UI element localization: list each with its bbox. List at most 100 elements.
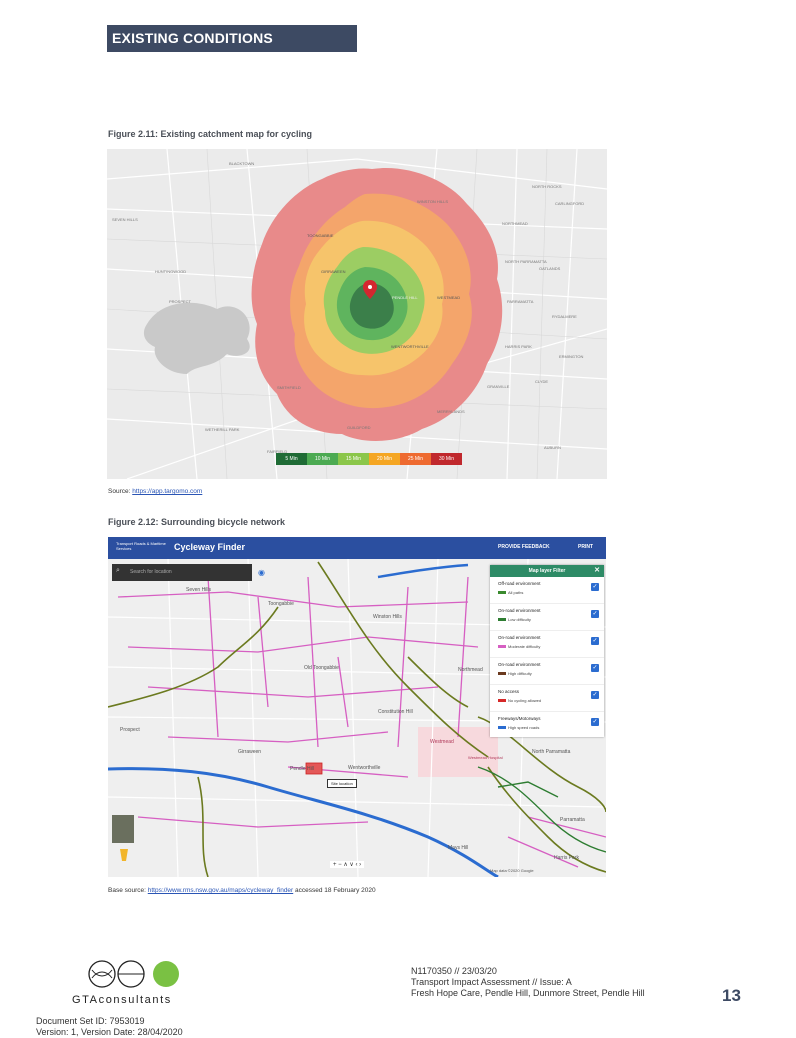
map-label: HUNTINGWOOD [155, 269, 187, 274]
legend-item: 10 Min [307, 453, 338, 465]
locate-icon[interactable]: ◉ [258, 568, 265, 577]
logo-wordmark: GTAconsultants [72, 994, 172, 1006]
map-label: Constitution Hill [378, 709, 413, 715]
map-label: Pendle Hill [290, 766, 314, 772]
checkbox-checked-icon[interactable]: ✓ [591, 610, 599, 618]
filter-title: Map layer Filter [528, 568, 566, 574]
print-button[interactable]: PRINT [578, 544, 593, 550]
map-nav-controls[interactable]: + − ∧ ∨ ‹ › [330, 861, 365, 868]
layer-swatch [498, 591, 506, 594]
section-title: EXISTING CONDITIONS [107, 25, 357, 52]
filter-panel-title: Map layer Filter ✕ [490, 565, 604, 577]
app-header: Transport Roads & Maritime Services Cycl… [108, 537, 606, 559]
map-label: ERMINGTON [559, 354, 584, 359]
map-label: Harris Park [554, 855, 580, 861]
figure-caption-bicycle-network: Figure 2.12: Surrounding bicycle network [108, 517, 286, 527]
source-link[interactable]: https://app.targomo.com [132, 488, 202, 495]
map-label: HARRIS PARK [505, 344, 532, 349]
layer-item: Moderate difficulty [508, 644, 541, 649]
layer-name: No access [498, 689, 520, 694]
layer-swatch [498, 726, 506, 729]
layer-filter-item[interactable]: On-road environment Low difficulty ✓ [490, 604, 604, 631]
catchment-map[interactable]: BLACKTOWN SEVEN HILLS NORTHMEAD WINSTON … [107, 149, 607, 479]
satellite-thumbnail [112, 815, 134, 843]
map-label: AUBURN [544, 445, 561, 450]
map-label: PROSPECT [169, 299, 192, 304]
map-label: PARRAMATTA [507, 299, 534, 304]
map-label: NORTH ROCKS [532, 184, 562, 189]
map-label: CARLINGFORD [555, 201, 585, 206]
layer-swatch [498, 699, 506, 702]
travel-time-legend: 5 Min 10 Min 15 Min 20 Min 25 Min 30 Min [276, 453, 462, 465]
layer-name: Freeways/Motorways [498, 716, 541, 721]
layer-item: High difficulty [508, 671, 532, 676]
gta-logo [86, 958, 186, 990]
checkbox-checked-icon[interactable]: ✓ [591, 691, 599, 699]
map-label: Mays Hill [448, 845, 469, 851]
map-attribution: Map data ©2020 Google [490, 868, 534, 873]
cycleway-finder-screenshot[interactable]: Transport Roads & Maritime Services Cycl… [108, 537, 606, 877]
map-label: BLACKTOWN [229, 161, 255, 166]
doc-set-id: Document Set ID: 7953019 [36, 1016, 145, 1026]
ref-line: N1170350 // 23/03/20 [411, 966, 497, 976]
map-label: Winston Hills [373, 614, 402, 620]
app-title: Cycleway Finder [174, 542, 246, 552]
report-reference: N1170350 // 23/03/20 Transport Impact As… [411, 966, 645, 999]
layer-filter-item[interactable]: No access No cycling allowed ✓ [490, 685, 604, 712]
checkbox-checked-icon[interactable]: ✓ [591, 718, 599, 726]
map-label: Old Toongabbie [304, 665, 339, 671]
close-icon[interactable]: ✕ [594, 565, 600, 577]
map-label: GIRRAWEEN [321, 269, 346, 274]
search-icon: ⌕ [116, 567, 120, 574]
layer-item: All paths [508, 590, 524, 595]
legend-item: 20 Min [369, 453, 400, 465]
map-label: SEVEN HILLS [112, 217, 138, 222]
map-label: OATLANDS [539, 266, 561, 271]
layer-filter-item[interactable]: Freeways/Motorways High speed roads ✓ [490, 712, 604, 738]
map-label: RYDALMERE [552, 314, 577, 319]
map-label: TOONGABBIE [307, 233, 334, 238]
layer-name: On-road environment [498, 608, 541, 613]
project-line: Fresh Hope Care, Pendle Hill, Dunmore St… [411, 988, 645, 998]
report-line: Transport Impact Assessment // Issue: A [411, 977, 572, 987]
checkbox-checked-icon[interactable]: ✓ [591, 637, 599, 645]
map-label: NORTH PARRAMATTA [505, 259, 547, 264]
figure-source: Source: https://app.targomo.com [108, 488, 202, 495]
gta-logo-icon [88, 960, 179, 988]
map-label: Toongabbie [268, 601, 294, 607]
map-label: Parramatta [560, 817, 585, 823]
version-info: Version: 1, Version Date: 28/04/2020 [36, 1027, 183, 1037]
legend-item: 30 Min [431, 453, 462, 465]
map-label: PENDLE HILL [392, 295, 418, 300]
source-label: Source: [108, 488, 133, 495]
search-input[interactable]: Search for location [112, 564, 252, 581]
layer-name: On-road environment [498, 635, 541, 640]
layer-swatch [498, 645, 506, 648]
layer-filter-item[interactable]: On-road environment High difficulty ✓ [490, 658, 604, 685]
layer-name: Off-road environment [498, 581, 541, 586]
app-org-logo: Transport Roads & Maritime Services [116, 541, 166, 551]
base-source-suffix: accessed 18 February 2020 [293, 887, 376, 894]
map-label: Westmead Hospital [468, 755, 503, 760]
map-label: North Parramatta [532, 749, 571, 755]
layer-item: Low difficulty [508, 617, 531, 622]
checkbox-checked-icon[interactable]: ✓ [591, 583, 599, 591]
map-label: WINSTON HILLS [417, 199, 449, 204]
map-label: MERRYLANDS [437, 409, 465, 414]
map-label: NORTHMEAD [502, 221, 528, 226]
map-label: Westmead [430, 739, 454, 745]
map-label: Girraween [238, 749, 262, 755]
map-label: GRANVILLE [487, 384, 510, 389]
map-label: Seven Hills [186, 587, 212, 593]
figure-caption-catchment: Figure 2.11: Existing catchment map for … [108, 129, 313, 139]
legend-item: 5 Min [276, 453, 307, 465]
layer-filter-item[interactable]: Off-road environment All paths ✓ [490, 577, 604, 604]
provide-feedback-button[interactable]: PROVIDE FEEDBACK [498, 544, 550, 550]
checkbox-checked-icon[interactable]: ✓ [591, 664, 599, 672]
legend-item: 15 Min [338, 453, 369, 465]
map-label: Prospect [120, 727, 140, 733]
base-source-link[interactable]: https://www.rms.nsw.gov.au/maps/cycleway… [148, 887, 293, 894]
layer-filter-item[interactable]: On-road environment Moderate difficulty … [490, 631, 604, 658]
base-source-label: Base source: [108, 887, 148, 894]
layer-swatch [498, 618, 506, 621]
